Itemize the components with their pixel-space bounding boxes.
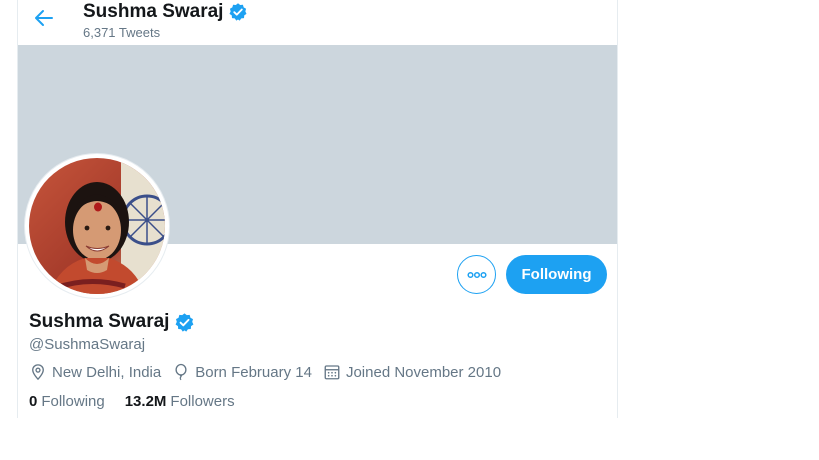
location-item: New Delhi, India: [29, 363, 161, 381]
avatar-photo: [29, 158, 165, 294]
back-button[interactable]: [32, 6, 56, 30]
following-count: 0: [29, 393, 38, 410]
joined-text: Joined November 2010: [345, 363, 502, 381]
more-horizontal-icon: [466, 271, 487, 278]
profile-handle: @SushmaSwaraj: [29, 336, 146, 353]
calendar-icon: [324, 365, 340, 380]
location-pin-icon: [32, 364, 44, 381]
profile-meta: New Delhi, India Born February 14 Joined…: [29, 363, 512, 381]
birthday-text: Born February 14: [195, 363, 312, 381]
joined-item: Joined November 2010: [323, 363, 501, 381]
birthday-item: Born February 14: [172, 363, 312, 381]
balloon-icon: [175, 363, 187, 381]
verified-badge-icon: [229, 3, 247, 21]
profile-stats: 0 Following 13.2M Followers: [29, 393, 255, 410]
followers-stat-link[interactable]: 13.2M Followers: [125, 393, 235, 410]
following-label: Following: [41, 393, 105, 410]
followers-count: 13.2M: [124, 393, 167, 410]
profile-name-row: Sushma Swaraj: [29, 311, 195, 333]
header-tweet-count: 6,371 Tweets: [83, 25, 161, 40]
avatar[interactable]: [25, 154, 169, 298]
profile-column: Sushma Swaraj 6,371 Tweets Following Sus…: [17, 0, 618, 418]
location-text: New Delhi, India: [52, 363, 162, 381]
arrow-left-icon: [35, 10, 53, 26]
following-stat-link[interactable]: 0 Following: [29, 393, 105, 410]
following-button[interactable]: Following: [506, 255, 607, 294]
more-options-button[interactable]: [457, 255, 496, 294]
followers-label: Followers: [170, 393, 235, 410]
header-name-row: Sushma Swaraj: [83, 1, 248, 23]
verified-badge-icon: [176, 312, 194, 332]
profile-name: Sushma Swaraj: [29, 311, 170, 332]
profile-header-bar: Sushma Swaraj 6,371 Tweets: [18, 0, 617, 45]
header-name: Sushma Swaraj: [83, 1, 224, 22]
